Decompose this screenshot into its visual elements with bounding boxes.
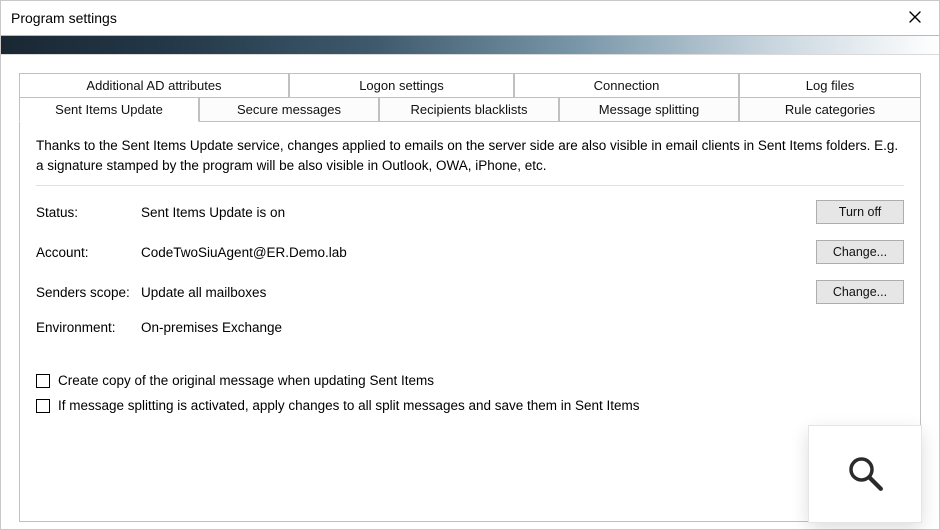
label-environment: Environment: [36,320,141,335]
titlebar: Program settings [1,1,939,35]
tab-additional-ad-attributes[interactable]: Additional AD attributes [19,73,289,97]
checkbox-create-copy[interactable]: Create copy of the original message when… [36,373,904,388]
tab-panel-sent-items-update: Thanks to the Sent Items Update service,… [19,122,921,522]
row-status: Status: Sent Items Update is on Turn off [36,200,904,224]
tab-row-secondary: Additional AD attributes Logon settings … [19,73,921,97]
settings-rows: Status: Sent Items Update is on Turn off… [36,200,904,335]
tab-rule-categories[interactable]: Rule categories [739,97,921,122]
close-button[interactable] [895,1,935,35]
tab-row-primary: Sent Items Update Secure messages Recipi… [19,97,921,122]
window-title: Program settings [11,10,117,26]
row-account: Account: CodeTwoSiuAgent@ER.Demo.lab Cha… [36,240,904,264]
checkbox-box-icon [36,399,50,413]
tab-log-files[interactable]: Log files [739,73,921,97]
row-senders-scope: Senders scope: Update all mailboxes Chan… [36,280,904,304]
checkbox-apply-to-split-label: If message splitting is activated, apply… [58,398,640,413]
row-environment: Environment: On-premises Exchange [36,320,904,335]
label-senders-scope: Senders scope: [36,285,141,300]
client-area: Additional AD attributes Logon settings … [1,55,939,522]
value-senders-scope: Update all mailboxes [141,285,794,300]
value-account: CodeTwoSiuAgent@ER.Demo.lab [141,245,794,260]
change-account-button[interactable]: Change... [816,240,904,264]
close-icon [909,11,921,26]
checkbox-create-copy-label: Create copy of the original message when… [58,373,434,388]
magnifier-overlay[interactable] [809,426,921,522]
label-status: Status: [36,205,141,220]
panel-description: Thanks to the Sent Items Update service,… [36,136,904,175]
tab-message-splitting[interactable]: Message splitting [559,97,739,122]
label-account: Account: [36,245,141,260]
value-environment: On-premises Exchange [141,320,794,335]
checkbox-apply-to-split[interactable]: If message splitting is activated, apply… [36,398,904,413]
turn-off-button[interactable]: Turn off [816,200,904,224]
tab-recipients-blacklists[interactable]: Recipients blacklists [379,97,559,122]
tab-secure-messages[interactable]: Secure messages [199,97,379,122]
search-icon [844,452,886,497]
tab-logon-settings[interactable]: Logon settings [289,73,514,97]
checkbox-box-icon [36,374,50,388]
tab-sent-items-update[interactable]: Sent Items Update [19,97,199,122]
tab-connection[interactable]: Connection [514,73,739,97]
change-scope-button[interactable]: Change... [816,280,904,304]
value-status: Sent Items Update is on [141,205,794,220]
checkbox-group: Create copy of the original message when… [36,373,904,413]
divider [36,185,904,186]
ribbon-gradient-band [1,35,939,55]
